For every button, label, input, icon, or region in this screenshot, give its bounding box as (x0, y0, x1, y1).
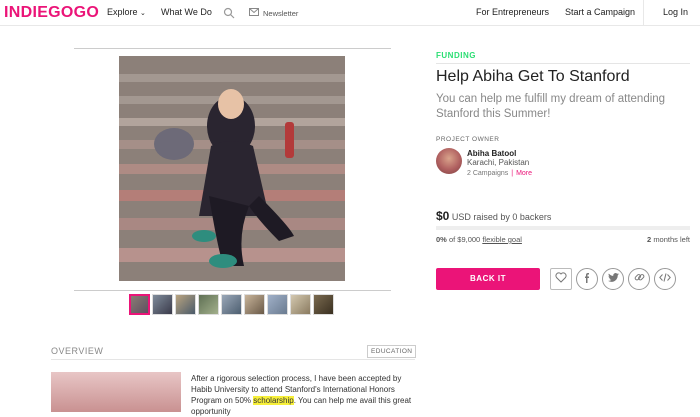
owner-location: Karachi, Pakistan (467, 158, 530, 167)
category-divider (436, 63, 690, 64)
campaign-main-image[interactable] (119, 56, 345, 281)
nav-explore-label: Explore (107, 7, 138, 17)
embed-icon (659, 273, 671, 285)
heart-icon (555, 270, 567, 288)
gallery-thumb[interactable] (290, 294, 311, 315)
gallery-thumb[interactable] (152, 294, 173, 315)
raised-summary: $0 USD raised by 0 backers (436, 209, 551, 223)
progress-bar (436, 226, 690, 230)
twitter-icon (607, 273, 619, 285)
logo[interactable]: INDIEGOGO (4, 4, 99, 22)
gallery-top-divider (74, 48, 391, 49)
campaign-title: Help Abiha Get To Stanford (436, 68, 630, 85)
nav-for-entrepreneurs[interactable]: For Entrepreneurs (476, 7, 549, 17)
share-twitter-button[interactable] (602, 268, 624, 290)
top-nav: INDIEGOGO Explore ⌄ What We Do Newslette… (0, 0, 700, 26)
facebook-icon (582, 272, 592, 286)
category-tag[interactable]: EDUCATION (367, 345, 417, 358)
back-it-button[interactable]: BACK IT (436, 268, 540, 290)
gallery-thumb[interactable] (129, 294, 150, 315)
gallery-thumbnails (129, 294, 334, 315)
follow-button[interactable] (550, 268, 572, 290)
gallery-thumb[interactable] (244, 294, 265, 315)
gallery-thumb[interactable] (267, 294, 288, 315)
gallery-thumb[interactable] (175, 294, 196, 315)
gallery-bottom-divider (74, 290, 391, 291)
owner-links: 2 Campaigns | More (467, 170, 532, 177)
overview-text: After a rigorous selection process, I ha… (191, 373, 416, 417)
copy-link-button[interactable] (628, 268, 650, 290)
share-facebook-button[interactable] (576, 268, 598, 290)
gallery-thumb[interactable] (198, 294, 219, 315)
nav-newsletter[interactable]: Newsletter (249, 8, 298, 18)
gallery-thumb[interactable] (313, 294, 334, 315)
time-left-unit: months left (653, 235, 690, 244)
owner-label: PROJECT OWNER (436, 136, 500, 143)
envelope-icon (249, 8, 259, 18)
time-left: 2 months left (630, 235, 690, 244)
owner-campaigns-link[interactable]: 2 Campaigns (467, 170, 508, 177)
overview-image (51, 372, 181, 412)
raised-text: USD raised by 0 backers (451, 212, 552, 222)
progress-goal-amount: of $9,000 (448, 235, 481, 244)
link-icon (634, 272, 645, 286)
nav-what-we-do[interactable]: What We Do (161, 7, 212, 17)
overview-divider (51, 359, 415, 360)
progress-text: 0% of $9,000 flexible goal (436, 235, 522, 244)
search-icon[interactable] (223, 6, 235, 19)
nav-start-campaign[interactable]: Start a Campaign (565, 7, 635, 17)
nav-login[interactable]: Log In (663, 7, 688, 17)
highlighted-word: scholarship (253, 396, 294, 405)
owner-more-link[interactable]: More (516, 170, 532, 177)
time-left-number: 2 (647, 235, 652, 244)
campaign-tagline: You can help me fulfill my dream of atte… (436, 93, 666, 120)
newsletter-label: Newsletter (263, 8, 299, 18)
chevron-down-icon: ⌄ (140, 10, 146, 17)
gallery-thumb[interactable] (221, 294, 242, 315)
nav-explore[interactable]: Explore ⌄ (107, 7, 146, 17)
avatar[interactable] (436, 148, 462, 174)
overview-heading[interactable]: OVERVIEW (51, 346, 103, 356)
owner-links-separator: | (511, 170, 514, 177)
owner-name[interactable]: Abiha Batool (467, 149, 516, 158)
progress-percent: 0% (436, 235, 447, 244)
nav-divider (643, 0, 644, 26)
campaign-category: FUNDING (436, 51, 476, 60)
embed-button[interactable] (654, 268, 676, 290)
raised-amount: $0 (436, 209, 450, 223)
goal-type-link[interactable]: flexible goal (482, 235, 522, 244)
